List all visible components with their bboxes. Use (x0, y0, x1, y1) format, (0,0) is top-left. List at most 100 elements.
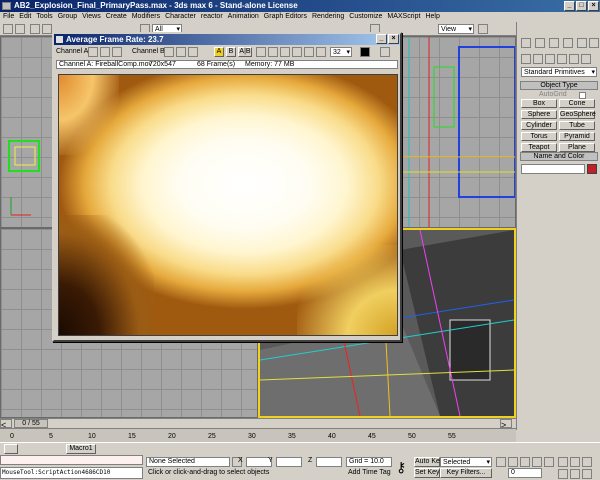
menu-customize[interactable]: Customize (349, 12, 382, 22)
play-animation-icon[interactable] (520, 457, 530, 467)
tube-button[interactable]: Tube (559, 121, 595, 130)
open-channel-b-icon[interactable] (164, 47, 174, 57)
key-mode-dropdown[interactable]: Selected (440, 457, 492, 467)
set-key-button[interactable]: Set Key (414, 468, 440, 478)
zoom-all-icon[interactable] (570, 457, 580, 467)
utilities-tab-icon[interactable] (589, 38, 599, 48)
menu-group[interactable]: Group (58, 12, 77, 22)
menu-help[interactable]: Help (425, 12, 439, 22)
open-channel-a-icon[interactable] (88, 47, 98, 57)
auto-key-button[interactable]: Auto Key (414, 457, 443, 467)
maximize-button[interactable]: □ (576, 1, 587, 11)
menu-create[interactable]: Create (106, 12, 127, 22)
prev-key-icon[interactable] (508, 457, 518, 467)
modify-tab-icon[interactable] (535, 38, 545, 48)
create-tab-icon[interactable] (521, 38, 531, 48)
unlink-icon[interactable] (42, 24, 52, 34)
time-slider-next-icon[interactable]: > (500, 419, 512, 430)
object-name-field[interactable] (521, 164, 585, 174)
torus-button[interactable]: Torus (521, 132, 557, 141)
maxscript-listener[interactable] (0, 455, 143, 465)
geometry-icon[interactable] (521, 54, 531, 64)
helpers-icon[interactable] (569, 54, 579, 64)
object-type-rollout[interactable]: Object Type (520, 81, 598, 90)
menu-reactor[interactable]: reactor (201, 12, 223, 22)
name-color-rollout[interactable]: Name and Color (520, 152, 598, 161)
macro-button[interactable]: Macro1 (66, 444, 96, 454)
close-button[interactable]: × (588, 1, 599, 11)
cylinder-button[interactable]: Cylinder (521, 121, 557, 130)
time-slider[interactable]: < 0 / 55 > (0, 418, 516, 430)
object-color-swatch[interactable] (587, 164, 597, 174)
play-reverse-icon[interactable] (280, 47, 290, 57)
ref-coord-dropdown[interactable]: View (438, 24, 474, 34)
listener-icon[interactable] (4, 444, 18, 454)
hierarchy-tab-icon[interactable] (549, 38, 559, 48)
autogrid-checkbox[interactable] (579, 92, 586, 99)
close-channel-a-icon[interactable] (100, 47, 110, 57)
minimize-button[interactable]: _ (564, 1, 575, 11)
maxscript-line[interactable]: MouseTool:ScriptAction4686CD10 (0, 467, 143, 479)
goto-start-icon[interactable] (496, 457, 506, 467)
last-frame-icon[interactable] (316, 47, 326, 57)
split-ab-button[interactable]: A|B (238, 47, 252, 57)
arc-rotate-icon[interactable] (570, 469, 580, 479)
channel-a-button[interactable]: A (214, 47, 224, 57)
menu-views[interactable]: Views (82, 12, 101, 22)
color-swatch[interactable] (360, 47, 370, 57)
frame-rate-dropdown[interactable]: 32 (330, 47, 352, 57)
menu-graph-editors[interactable]: Graph Editors (264, 12, 307, 22)
geosphere-button[interactable]: GeoSphere (559, 110, 596, 119)
next-frame-icon[interactable] (304, 47, 314, 57)
object-category-dropdown[interactable]: Standard Primitives (521, 67, 597, 77)
menu-rendering[interactable]: Rendering (312, 12, 344, 22)
menu-animation[interactable]: Animation (228, 12, 259, 22)
motion-tab-icon[interactable] (563, 38, 573, 48)
pyramid-button[interactable]: Pyramid (559, 132, 595, 141)
key-icon[interactable]: ⚷ (396, 459, 406, 476)
save-channel-a-icon[interactable] (112, 47, 122, 57)
teapot-button[interactable]: Teapot (521, 143, 557, 152)
time-slider-prev-icon[interactable]: < (0, 419, 12, 430)
select-link-icon[interactable] (30, 24, 40, 34)
time-slider-thumb[interactable]: 0 / 55 (14, 419, 48, 428)
double-buffer-icon[interactable] (380, 47, 390, 57)
pan-icon[interactable] (558, 469, 568, 479)
close-channel-b-icon[interactable] (176, 47, 186, 57)
zoom-icon[interactable] (558, 457, 568, 467)
next-key-icon[interactable] (532, 457, 542, 467)
key-filters-button[interactable]: Key Filters... (440, 468, 492, 478)
cameras-icon[interactable] (557, 54, 567, 64)
menu-file[interactable]: File (3, 12, 14, 22)
box-button[interactable]: Box (521, 99, 557, 108)
zoom-extents-icon[interactable] (582, 457, 592, 467)
menu-tools[interactable]: Tools (36, 12, 52, 22)
add-time-tag[interactable]: Add Time Tag (348, 468, 391, 478)
lights-icon[interactable] (545, 54, 555, 64)
menu-maxscript[interactable]: MAXScript (387, 12, 420, 22)
prev-frame-icon[interactable] (268, 47, 278, 57)
undo-icon[interactable] (3, 24, 13, 34)
ram-player-image[interactable] (58, 74, 398, 336)
channel-b-button[interactable]: B (226, 47, 236, 57)
track-bar[interactable]: 0 5 10 15 20 25 30 35 40 45 50 55 (0, 428, 516, 442)
shapes-icon[interactable] (533, 54, 543, 64)
spacewarps-icon[interactable] (581, 54, 591, 64)
goto-end-icon[interactable] (544, 457, 554, 467)
redo-icon[interactable] (15, 24, 25, 34)
menu-character[interactable]: Character (165, 12, 196, 22)
play-icon[interactable] (292, 47, 302, 57)
ram-close-button[interactable]: × (388, 34, 399, 44)
current-frame-field[interactable]: 0 (508, 468, 542, 478)
maximize-viewport-icon[interactable] (582, 469, 592, 479)
y-coord-field[interactable] (276, 457, 302, 467)
mirror-icon[interactable] (478, 24, 488, 34)
save-channel-b-icon[interactable] (188, 47, 198, 57)
cone-button[interactable]: Cone (559, 99, 595, 108)
z-coord-field[interactable] (316, 457, 342, 467)
ram-minimize-button[interactable]: _ (376, 34, 387, 44)
menu-modifiers[interactable]: Modifiers (132, 12, 160, 22)
sphere-button[interactable]: Sphere (521, 110, 557, 119)
plane-button[interactable]: Plane (559, 143, 595, 152)
display-tab-icon[interactable] (577, 38, 587, 48)
